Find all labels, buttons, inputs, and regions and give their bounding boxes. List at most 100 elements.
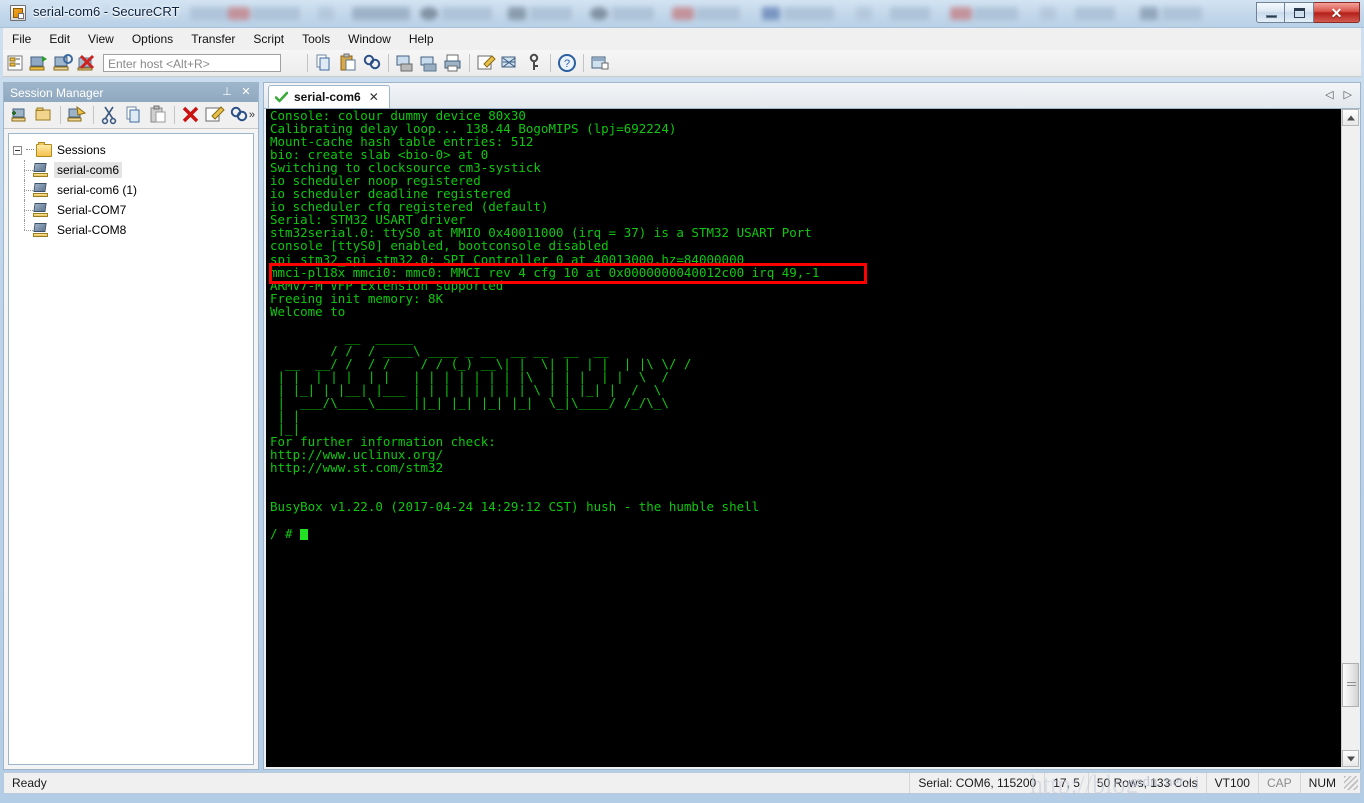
new-folder-icon[interactable] [33,104,55,126]
session-manager-title: Session Manager [10,85,104,100]
session-label: Serial-COM8 [57,223,127,237]
status-connection: Serial: COM6, 115200 [909,773,1046,793]
properties-icon[interactable] [204,104,226,126]
terminal-line: __ __/ / / / / / (_) __\| | \| | | | | |… [270,355,692,371]
main-toolbar: Enter host <Alt+R> ? [3,50,1361,77]
new-window-icon[interactable] [589,52,611,74]
session-manager-panel: Session Manager ⊥ ✕ » Sessions serial-co… [3,82,259,770]
paste-icon[interactable] [337,52,359,74]
toolbar-separator [388,54,389,72]
key-icon[interactable] [523,52,545,74]
session-icon [33,203,49,217]
menu-item-transfer[interactable]: Transfer [182,29,244,49]
connect-icon[interactable] [28,52,50,74]
status-caps-lock: CAP [1259,773,1301,793]
tab-navigation: ◁ ▷ [1325,88,1352,101]
toolbar-separator [307,54,308,72]
cut-icon[interactable] [99,104,121,126]
folder-icon [36,141,52,157]
session-icon [33,163,49,177]
toolbar-separator [174,106,175,124]
find-icon[interactable] [228,104,250,126]
tab-serial-com6[interactable]: serial-com6 ✕ [268,85,390,108]
securecrt-icon [10,5,26,21]
svg-text:?: ? [564,58,570,70]
status-ready: Ready [12,776,47,790]
tab-close-icon[interactable]: ✕ [367,90,381,104]
session-tree[interactable]: Sessions serial-com6 serial-com6 (1) Ser… [8,133,254,765]
session-manager-icon[interactable] [4,52,26,74]
close-panel-icon[interactable]: ✕ [239,85,253,99]
menu-item-tools[interactable]: Tools [293,29,339,49]
log-session-icon[interactable] [418,52,440,74]
print-icon[interactable] [442,52,464,74]
menu-item-script[interactable]: Script [244,29,293,49]
securecrt-window: serial-com6 - SecureCRT ✕ File Edit View… [0,0,1364,803]
paste-icon[interactable] [147,104,169,126]
print-screen-icon[interactable] [394,52,416,74]
status-cursor-position: 17, 5 [1045,773,1089,793]
session-label: serial-com6 (1) [57,183,138,197]
resize-grip[interactable] [1344,776,1358,790]
close-button[interactable]: ✕ [1314,2,1360,23]
terminal-output: Console: colour dummy device 80x30 Calibr… [270,109,819,540]
session-icon [33,223,49,237]
new-session-icon[interactable] [9,104,31,126]
scroll-down-icon[interactable] [1342,750,1359,767]
copy-icon[interactable] [313,52,335,74]
terminal-line: / / / ____\ ____ _ __ __ __ __ __ [270,342,609,358]
minimize-button[interactable] [1256,2,1285,23]
help-icon[interactable]: ? [556,52,578,74]
pin-icon[interactable]: ⊥ [220,85,234,99]
session-options-icon[interactable] [475,52,497,74]
delete-icon[interactable] [180,104,202,126]
terminal-cursor [300,528,309,540]
more-icon[interactable]: » [249,109,255,121]
menu-item-file[interactable]: File [3,29,40,49]
maximize-icon [1294,8,1305,18]
session-item-serial-com6-1[interactable]: serial-com6 (1) [13,180,249,200]
collapse-expander-icon[interactable] [13,145,22,155]
session-manager-header: Session Manager ⊥ ✕ [4,83,258,102]
menu-item-options[interactable]: Options [123,29,182,49]
menu-item-view[interactable]: View [79,29,123,49]
terminal-screen[interactable]: Console: colour dummy device 80x30 Calibr… [266,109,1342,767]
clear-screen-icon[interactable] [499,52,521,74]
terminal-scrollbar[interactable] [1341,109,1359,767]
disconnect-icon[interactable] [76,52,98,74]
copy-icon[interactable] [123,104,145,126]
tab-prev-icon[interactable]: ◁ [1325,88,1333,101]
session-item-serial-com6[interactable]: serial-com6 [13,160,249,180]
menu-item-window[interactable]: Window [339,29,400,49]
session-manager-toolbar: » [4,102,258,129]
session-icon [33,183,49,197]
tree-connector [24,230,33,232]
terminal-line: __ _____ [270,329,413,345]
status-dimensions: 50 Rows, 133 Cols [1089,773,1207,793]
toolbar-separator [469,54,470,72]
terminal-line: Welcome to [270,303,346,319]
connect-local-shell-icon[interactable] [52,52,74,74]
menu-item-edit[interactable]: Edit [40,29,79,49]
window-controls: ✕ [1256,2,1360,23]
session-item-serial-com8[interactable]: Serial-COM8 [13,220,249,240]
tree-root-sessions[interactable]: Sessions [13,140,249,160]
scrollbar-thumb[interactable] [1342,663,1359,707]
scroll-up-icon[interactable] [1342,109,1359,126]
tab-next-icon[interactable]: ▷ [1344,88,1352,101]
session-item-serial-com7[interactable]: Serial-COM7 [13,200,249,220]
tree-connector [24,220,26,230]
menu-item-help[interactable]: Help [400,29,443,49]
connect-session-icon[interactable] [66,104,88,126]
session-label: serial-com6 [54,162,123,178]
maximize-button[interactable] [1285,2,1314,23]
tree-root-label: Sessions [57,143,106,157]
host-input[interactable]: Enter host <Alt+R> [103,54,281,72]
find-icon[interactable] [361,52,383,74]
tree-connector [26,149,34,151]
connected-check-icon [275,91,288,104]
toolbar-separator [583,54,584,72]
menu-bar: File Edit View Options Transfer Script T… [3,28,1361,51]
